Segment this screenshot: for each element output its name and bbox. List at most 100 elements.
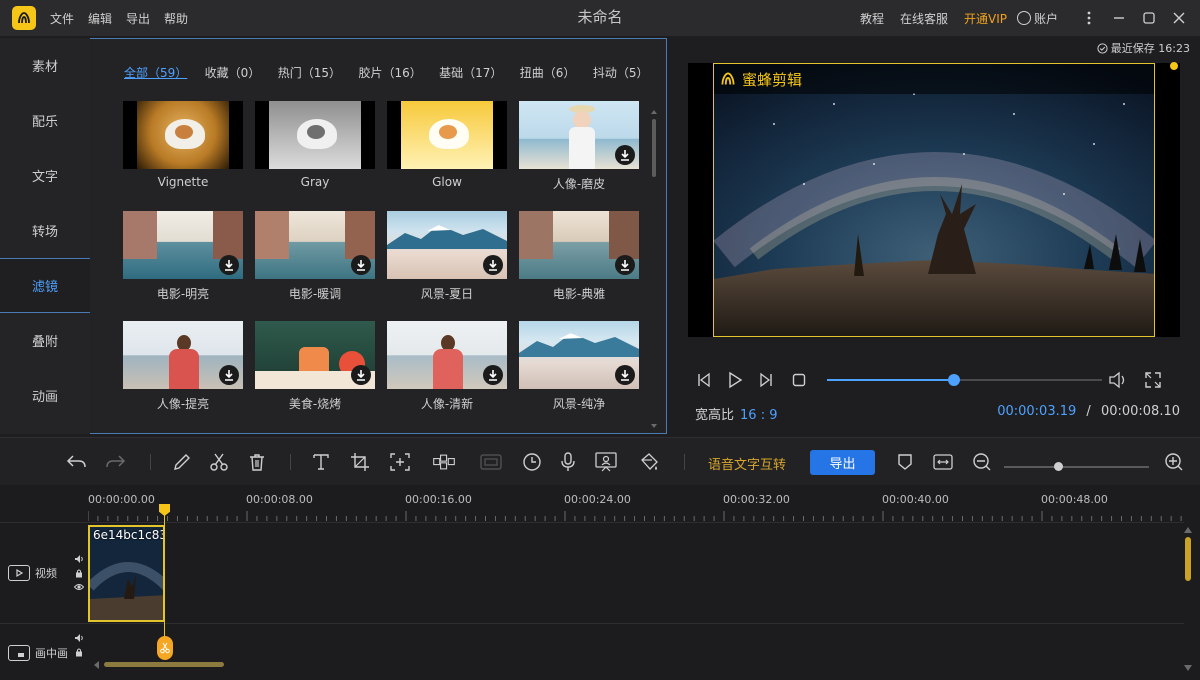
video-clip[interactable]: 6e14bc1c83 — [88, 525, 165, 622]
zoom-slider-knob[interactable] — [1053, 462, 1063, 471]
filter-card[interactable]: 电影-典雅 — [519, 211, 639, 302]
category-all[interactable]: 全部（59） — [124, 64, 187, 81]
crop-button[interactable] — [348, 450, 372, 474]
filter-card[interactable]: 电影-明亮 — [123, 211, 243, 302]
filter-card[interactable]: 人像-提亮 — [123, 321, 243, 412]
download-button[interactable] — [615, 365, 635, 385]
category-shake[interactable]: 抖动（5） — [593, 64, 649, 81]
frame-handle-icon[interactable] — [1170, 62, 1178, 70]
seek-knob[interactable] — [947, 374, 960, 386]
filter-card[interactable]: 电影-暖调 — [255, 211, 375, 302]
close-button[interactable] — [1164, 0, 1194, 36]
next-frame-button[interactable] — [756, 370, 778, 390]
zoom-crop-button[interactable] — [388, 450, 412, 474]
category-basic[interactable]: 基础（17） — [439, 64, 502, 81]
download-button[interactable] — [219, 365, 239, 385]
category-favorites[interactable]: 收藏（0） — [205, 64, 261, 81]
menu-export[interactable]: 导出 — [126, 10, 150, 27]
menu-help[interactable]: 帮助 — [164, 10, 188, 27]
freeze-frame-button[interactable] — [479, 450, 503, 474]
filter-card[interactable]: 风景-纯净 — [519, 321, 639, 412]
mosaic-button[interactable] — [432, 450, 456, 474]
delete-button[interactable] — [245, 450, 269, 474]
vip-link[interactable]: 开通VIP — [964, 10, 1007, 27]
timeline-vertical-scrollbar[interactable] — [1185, 537, 1191, 581]
track-visible-icon[interactable] — [74, 582, 84, 592]
nav-music[interactable]: 配乐 — [0, 93, 90, 148]
volume-icon — [1109, 371, 1125, 389]
timeline-zoom-slider[interactable] — [1004, 462, 1149, 471]
time-ruler[interactable]: 00:00:00.00 00:00:08.00 00:00:16.00 00:0… — [88, 485, 1183, 521]
play-button[interactable] — [724, 370, 746, 390]
timeline-horizontal-scrollbar[interactable] — [104, 662, 224, 667]
seek-bar[interactable] — [827, 374, 1102, 386]
maximize-button[interactable] — [1134, 0, 1164, 36]
minimize-button[interactable] — [1104, 0, 1134, 36]
paint-bucket-icon — [641, 453, 658, 470]
edit-button[interactable] — [170, 450, 194, 474]
nav-material[interactable]: 素材 — [0, 38, 90, 93]
filter-card[interactable]: 人像-磨皮 — [519, 101, 639, 192]
export-button[interactable]: 导出 — [810, 450, 875, 475]
category-film[interactable]: 胶片（16） — [358, 64, 421, 81]
filter-card[interactable]: Vignette — [123, 101, 243, 189]
duration-button[interactable] — [520, 450, 544, 474]
text-tool-button[interactable] — [309, 450, 333, 474]
track-volume-icon[interactable] — [74, 633, 84, 643]
nav-text[interactable]: 文字 — [0, 148, 90, 203]
aspect-ratio[interactable]: 宽高比 16 : 9 — [695, 404, 777, 423]
scrollbar-thumb[interactable] — [652, 119, 656, 177]
download-button[interactable] — [615, 145, 635, 165]
track-lock-icon[interactable] — [74, 647, 84, 657]
menu-edit[interactable]: 编辑 — [88, 10, 112, 27]
split-button[interactable] — [207, 450, 231, 474]
download-button[interactable] — [483, 365, 503, 385]
marker-button[interactable] — [893, 450, 917, 474]
download-button[interactable] — [615, 255, 635, 275]
volume-button[interactable] — [1107, 370, 1129, 390]
scroll-left-icon[interactable] — [94, 661, 100, 669]
nav-overlay[interactable]: 叠附 — [0, 313, 90, 368]
fit-timeline-button[interactable] — [931, 450, 955, 474]
stop-button[interactable] — [788, 370, 810, 390]
speech-text-convert-button[interactable]: 语音文字互转 — [708, 454, 786, 473]
filter-card[interactable]: 风景-夏日 — [387, 211, 507, 302]
download-icon — [489, 370, 497, 381]
zoom-in-button[interactable] — [1162, 450, 1186, 474]
scroll-up-icon[interactable] — [1184, 527, 1192, 533]
download-button[interactable] — [351, 365, 371, 385]
track-volume-icon[interactable] — [74, 554, 84, 564]
track-lock-icon[interactable] — [74, 568, 84, 578]
download-button[interactable] — [483, 255, 503, 275]
split-at-playhead-button[interactable] — [157, 636, 173, 660]
filter-card[interactable]: Gray — [255, 101, 375, 189]
download-button[interactable] — [219, 255, 239, 275]
online-support-link[interactable]: 在线客服 — [900, 10, 948, 27]
nav-transition[interactable]: 转场 — [0, 203, 90, 258]
menu-file[interactable]: 文件 — [50, 10, 74, 27]
tutorial-link[interactable]: 教程 — [860, 10, 884, 27]
record-voice-button[interactable] — [556, 450, 580, 474]
prev-frame-button[interactable] — [692, 370, 714, 390]
video-frame[interactable]: 蜜蜂剪辑 — [713, 63, 1155, 337]
filter-card[interactable]: Glow — [387, 101, 507, 189]
filter-card[interactable]: 美食-烧烤 — [255, 321, 375, 412]
filter-card[interactable]: 人像-清新 — [387, 321, 507, 412]
fullscreen-button[interactable] — [1142, 370, 1164, 390]
more-menu-button[interactable] — [1074, 0, 1104, 36]
screen-record-button[interactable] — [594, 450, 618, 474]
scroll-down-icon[interactable] — [1184, 665, 1192, 671]
nav-filter[interactable]: 滤镜 — [0, 258, 90, 313]
zoom-out-button[interactable] — [970, 450, 994, 474]
playhead-line[interactable] — [164, 505, 165, 655]
preview-stage[interactable]: 蜜蜂剪辑 — [688, 62, 1180, 337]
filter-scrollbar[interactable] — [651, 109, 657, 429]
color-fill-button[interactable] — [637, 450, 661, 474]
account-button[interactable]: 账户 — [1016, 10, 1058, 27]
download-button[interactable] — [351, 255, 371, 275]
nav-animation[interactable]: 动画 — [0, 368, 90, 423]
category-popular[interactable]: 热门（15） — [278, 64, 341, 81]
redo-button[interactable] — [104, 450, 128, 474]
category-distort[interactable]: 扭曲（6） — [520, 64, 576, 81]
undo-button[interactable] — [64, 450, 88, 474]
